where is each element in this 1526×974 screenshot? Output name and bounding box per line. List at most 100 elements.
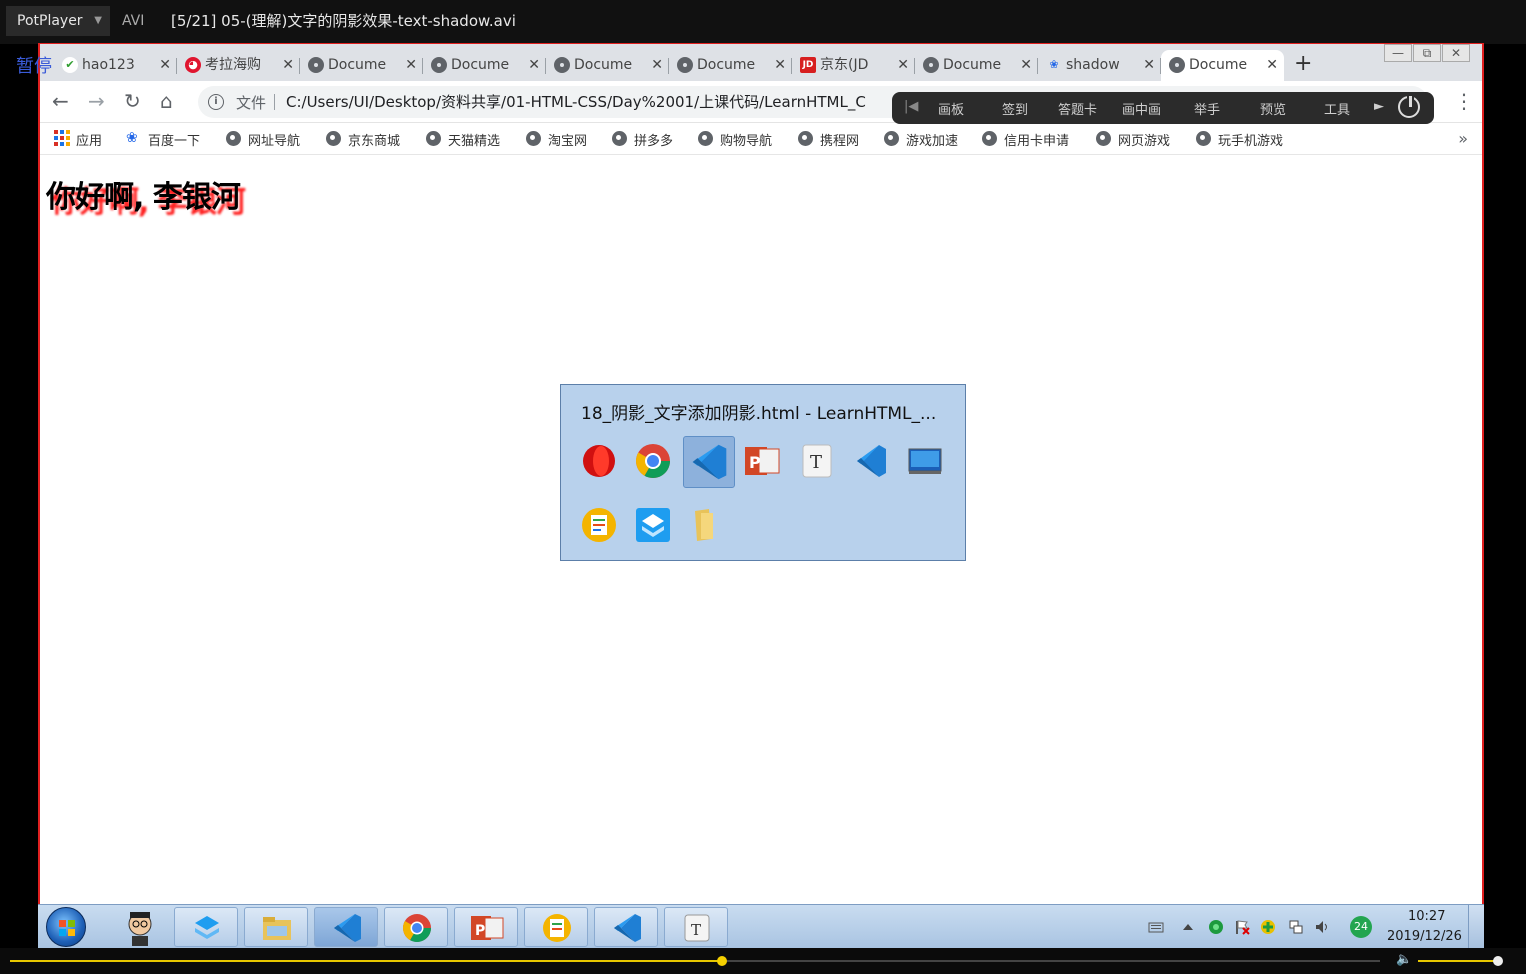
bookmark-item[interactable]: 购物导航 xyxy=(698,130,772,149)
browser-tab[interactable]: Document ✕ xyxy=(423,50,546,81)
close-icon[interactable]: ✕ xyxy=(405,50,417,81)
taskbar-typora[interactable]: T xyxy=(664,907,728,947)
globe-icon xyxy=(426,131,441,146)
forward-button[interactable]: → xyxy=(88,89,105,113)
new-tab-button[interactable]: + xyxy=(1294,50,1312,78)
bookmark-item[interactable]: 网址导航 xyxy=(226,130,300,149)
start-button[interactable] xyxy=(46,907,86,947)
vscode-icon[interactable] xyxy=(683,436,735,488)
bookmarks-overflow-button[interactable]: » xyxy=(1458,129,1468,148)
close-icon[interactable]: ✕ xyxy=(1143,50,1155,81)
browser-tab[interactable]: ✔ hao123 ✕ xyxy=(54,50,177,81)
teach-item-answer-card[interactable]: 答题卡 xyxy=(1058,99,1097,118)
teach-item-pip[interactable]: 画中画 xyxy=(1122,99,1161,118)
browser-tab[interactable]: ❀ shadow ✕ xyxy=(1038,50,1161,81)
taskbar-powerpoint[interactable]: P xyxy=(454,907,518,947)
typora-icon[interactable]: T xyxy=(797,441,837,481)
bookmark-item[interactable]: 游戏加速 xyxy=(884,130,958,149)
folder-icon[interactable] xyxy=(687,505,727,545)
minimize-button[interactable]: — xyxy=(1384,44,1412,62)
svg-text:P: P xyxy=(475,923,485,939)
volume-handle[interactable] xyxy=(1492,956,1503,966)
taskbar-explorer[interactable] xyxy=(244,907,308,947)
teach-item-preview[interactable]: 预览 xyxy=(1260,99,1286,118)
browser-tab[interactable]: ◕ 考拉海购 ✕ xyxy=(177,50,300,81)
bookmark-item[interactable]: 拼多多 xyxy=(612,130,673,149)
browser-tab[interactable]: JD 京东(JD ✕ xyxy=(792,50,915,81)
keyboard-icon[interactable] xyxy=(1148,919,1164,935)
teach-item-raise-hand[interactable]: 举手 xyxy=(1194,99,1220,118)
network-icon[interactable] xyxy=(1288,919,1304,935)
teaching-toolbar: |◀ 画板 签到 答题卡 画中画 举手 预览 工具 ► xyxy=(892,92,1434,124)
clock-date[interactable]: 2019/12/26 xyxy=(1387,929,1462,944)
url-scheme-label: 文件 xyxy=(236,94,267,112)
taskbar-sogou[interactable] xyxy=(174,907,238,947)
bookmark-item[interactable]: 玩手机游戏 xyxy=(1196,130,1283,149)
sogou-icon[interactable] xyxy=(633,505,673,545)
close-icon[interactable]: ✕ xyxy=(528,50,540,81)
taskbar-notepad-app[interactable] xyxy=(524,907,588,947)
chrome-icon[interactable] xyxy=(633,441,673,481)
bookmark-item[interactable]: 天猫精选 xyxy=(426,130,500,149)
close-icon[interactable]: ✕ xyxy=(1266,50,1278,81)
bookmark-item[interactable]: 应用 xyxy=(54,130,102,149)
maximize-button[interactable]: ⧉ xyxy=(1413,44,1441,62)
vscode-icon[interactable] xyxy=(851,441,891,481)
notepad-app-icon[interactable] xyxy=(579,505,619,545)
browser-tab[interactable]: Document ✕ xyxy=(1161,50,1284,81)
close-icon[interactable]: ✕ xyxy=(1020,50,1032,81)
browser-tab[interactable]: Document ✕ xyxy=(546,50,669,81)
browser-tab[interactable]: Document ✕ xyxy=(915,50,1038,81)
taskbar-vscode-2[interactable] xyxy=(594,907,658,947)
globe-icon xyxy=(982,131,997,146)
tray-expand-icon[interactable] xyxy=(1180,919,1196,935)
browser-menu-icon[interactable]: ⋮ xyxy=(1454,89,1474,113)
bookmark-item[interactable]: 淘宝网 xyxy=(526,130,587,149)
action-center-flag-icon[interactable] xyxy=(1234,919,1250,935)
back-button[interactable]: ← xyxy=(52,89,69,113)
close-window-button[interactable]: ✕ xyxy=(1442,44,1470,62)
globe-icon xyxy=(612,131,627,146)
close-icon[interactable]: ✕ xyxy=(651,50,663,81)
close-icon[interactable]: ✕ xyxy=(774,50,786,81)
expand-arrow-icon[interactable]: ► xyxy=(1374,99,1384,114)
clock-time[interactable]: 10:27 xyxy=(1408,909,1445,924)
teach-item-tools[interactable]: 工具 xyxy=(1324,99,1350,118)
green-shield-icon[interactable] xyxy=(1208,919,1224,935)
tray-badge[interactable]: 24 xyxy=(1350,916,1372,938)
bookmark-item[interactable]: ❀ 百度一下 xyxy=(126,130,200,149)
info-icon[interactable]: i xyxy=(208,94,224,110)
taskbar-vscode[interactable] xyxy=(314,907,378,947)
close-icon[interactable]: ✕ xyxy=(159,50,171,81)
browser-tab[interactable]: Document ✕ xyxy=(300,50,423,81)
seek-handle[interactable] xyxy=(717,956,728,966)
show-desktop-button[interactable] xyxy=(1468,905,1484,949)
home-button[interactable]: ⌂ xyxy=(160,89,173,113)
speaker-icon[interactable]: 🔈 xyxy=(1396,952,1412,967)
player-menu-button[interactable]: PotPlayer ▼ xyxy=(6,6,110,36)
remote-desktop-icon[interactable] xyxy=(905,441,945,481)
bookmark-item[interactable]: 携程网 xyxy=(798,130,859,149)
volume-slider[interactable] xyxy=(1418,956,1503,966)
volume-icon[interactable] xyxy=(1314,919,1330,935)
security-plus-icon[interactable] xyxy=(1260,919,1276,935)
power-icon[interactable] xyxy=(1398,94,1420,118)
url-text[interactable]: C:/Users/UI/Desktop/资料共享/01-HTML-CSS/Day… xyxy=(286,91,896,112)
avatar[interactable] xyxy=(122,908,158,946)
bookmark-item[interactable]: 京东商城 xyxy=(326,130,400,149)
bookmark-item[interactable]: 网页游戏 xyxy=(1096,130,1170,149)
close-icon[interactable]: ✕ xyxy=(897,50,909,81)
taskbar-chrome[interactable] xyxy=(384,907,448,947)
close-icon[interactable]: ✕ xyxy=(282,50,294,81)
red-app-icon[interactable] xyxy=(579,441,619,481)
teach-item-signin[interactable]: 签到 xyxy=(1002,99,1028,118)
collapse-icon[interactable]: |◀ xyxy=(904,99,918,114)
bookmark-item[interactable]: 信用卡申请 xyxy=(982,130,1069,149)
hao123-icon: ✔ xyxy=(62,57,78,73)
seek-bar[interactable] xyxy=(10,956,1380,966)
reload-button[interactable]: ↻ xyxy=(124,89,141,113)
tab-label: Document xyxy=(943,57,1001,73)
browser-tab[interactable]: Document ✕ xyxy=(669,50,792,81)
powerpoint-icon[interactable]: P xyxy=(743,441,783,481)
teach-item-drawboard[interactable]: 画板 xyxy=(938,99,964,118)
